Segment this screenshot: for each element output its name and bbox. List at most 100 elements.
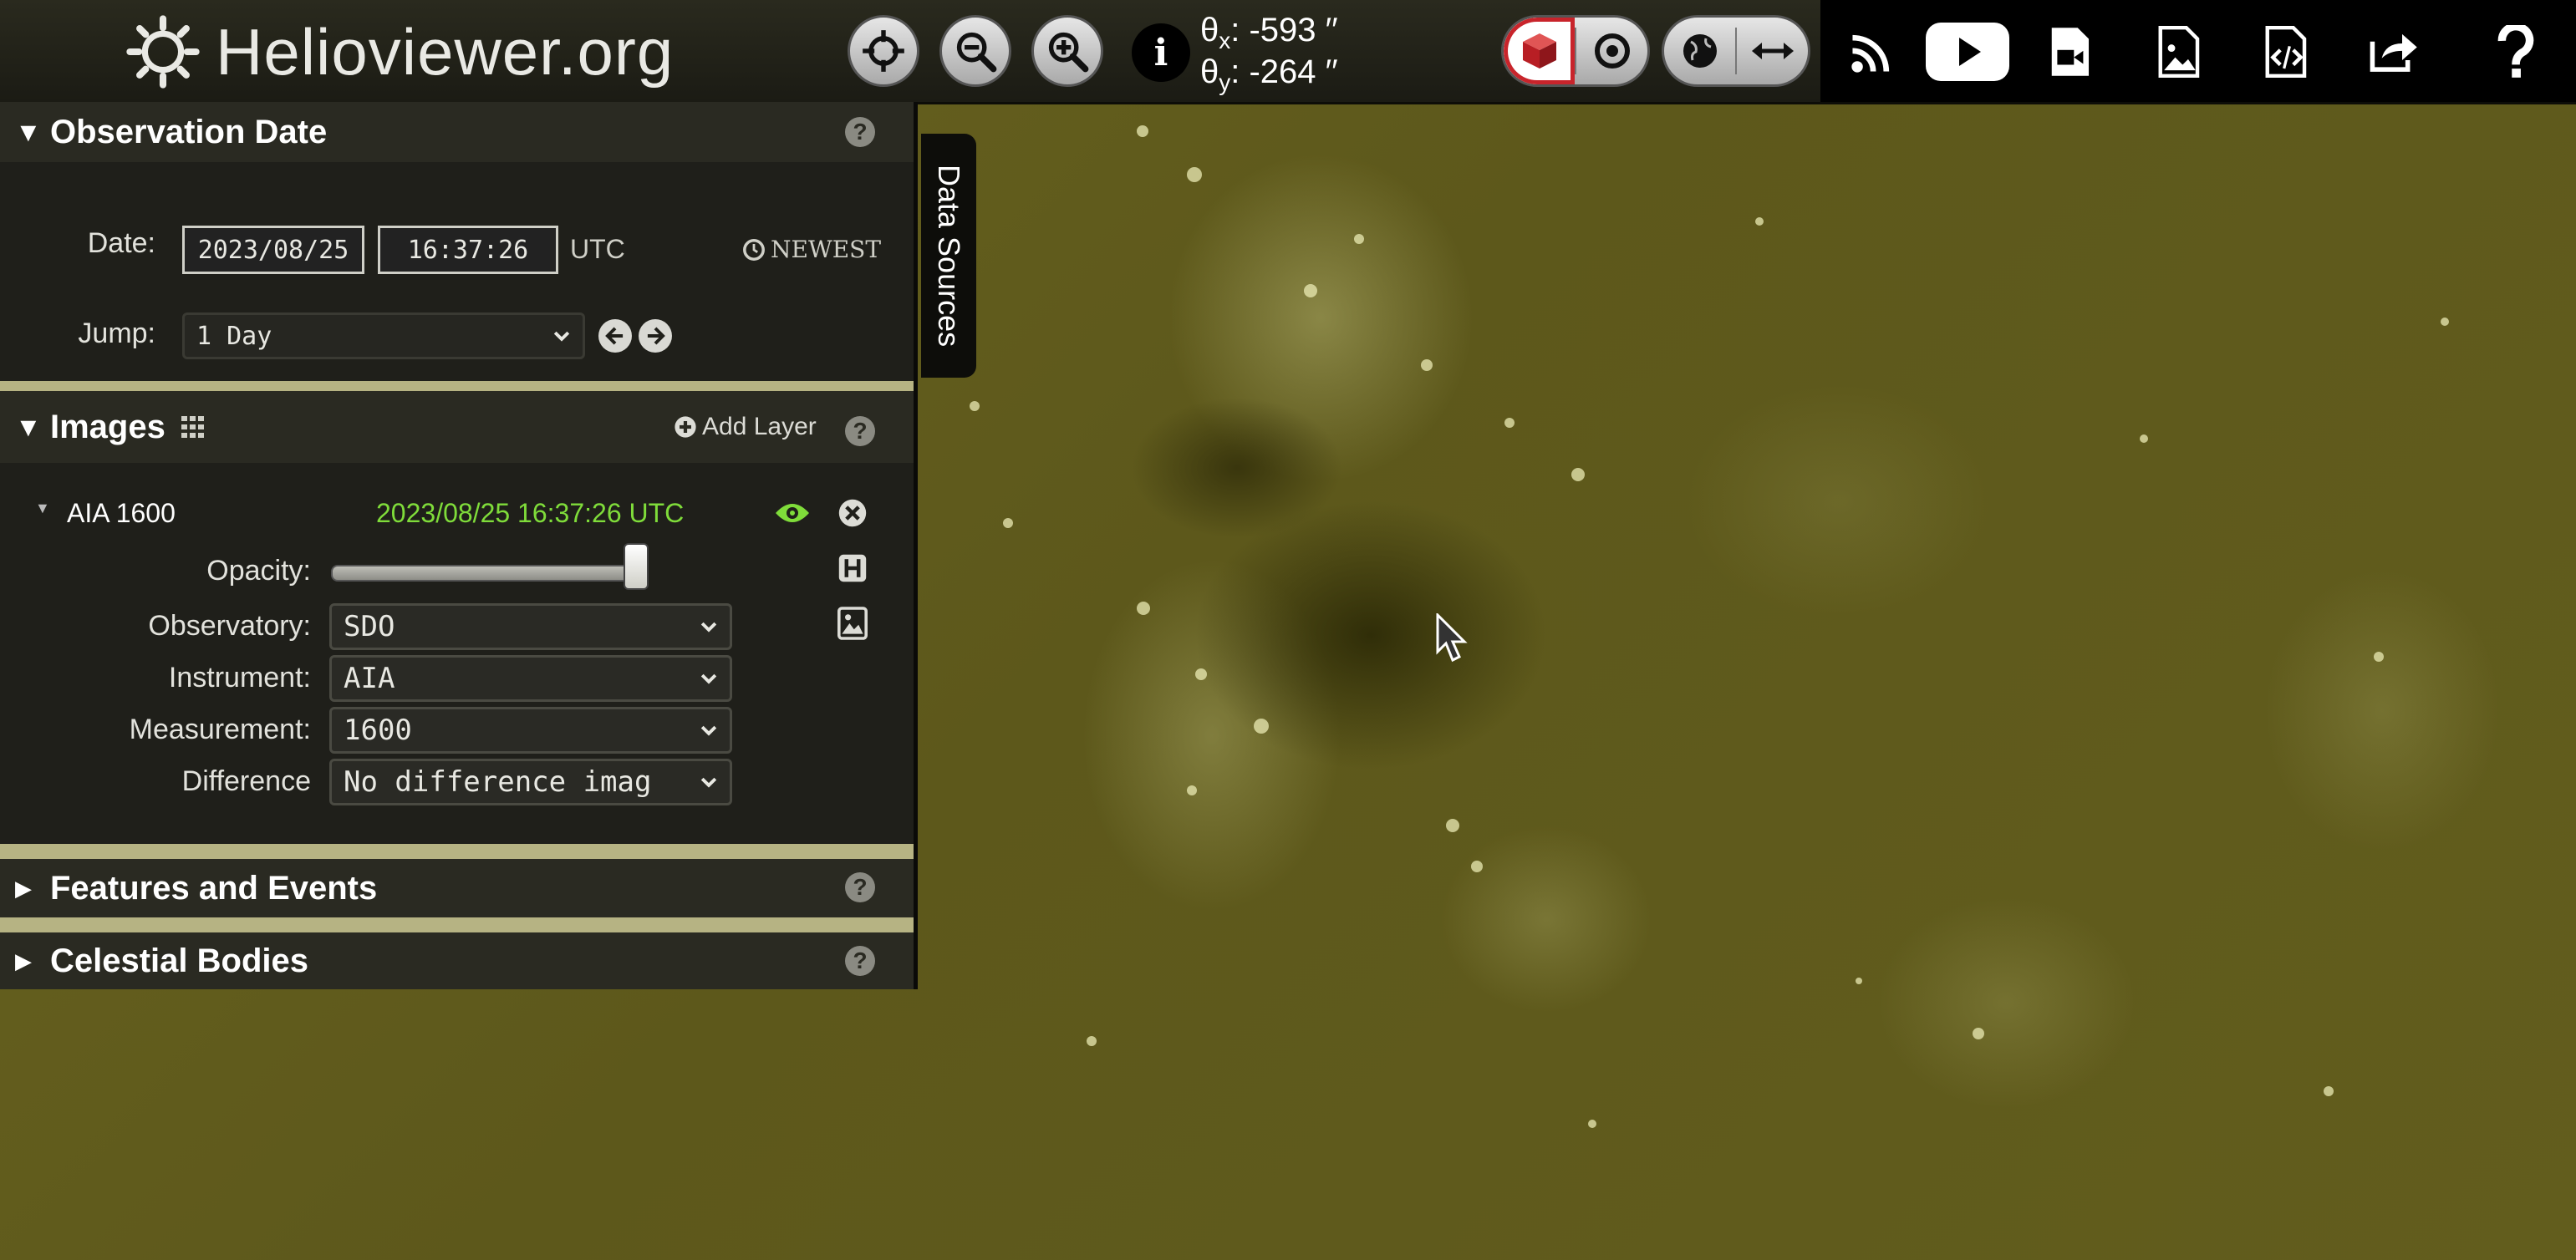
clock-icon: [743, 238, 765, 261]
arrow-left-icon: [605, 327, 624, 345]
date-label: Date:: [87, 227, 155, 259]
theta-x-readout: θx: -593 ′′: [1200, 12, 1338, 53]
mouse-cursor-icon: [1436, 613, 1468, 663]
opacity-slider[interactable]: [331, 565, 649, 582]
info-icon[interactable]: i: [1132, 23, 1190, 82]
rss-button[interactable]: [1837, 17, 1907, 87]
globe-icon: [1683, 34, 1717, 68]
observatory-select[interactable]: SDO: [329, 603, 732, 650]
projection-toggle: [1662, 15, 1810, 87]
expand-triangle-icon: ▶: [15, 948, 32, 973]
data-sources-tab[interactable]: Data Sources: [921, 134, 976, 378]
2d-view-button[interactable]: [1576, 18, 1647, 84]
share-button[interactable]: [2359, 17, 2429, 87]
jump-back-button[interactable]: [598, 319, 632, 353]
measurement-label: Measurement:: [129, 714, 311, 745]
expand-triangle-icon: ▶: [15, 875, 32, 901]
time-input[interactable]: 16:37:26: [378, 226, 558, 274]
newest-label: NEWEST: [771, 236, 882, 263]
jump-forward-button[interactable]: [639, 319, 672, 353]
difference-select-value: No difference imag: [344, 765, 652, 799]
target-icon: [1594, 33, 1630, 69]
help-icon[interactable]: ?: [845, 416, 875, 446]
arrow-right-icon: [647, 327, 665, 345]
embed-button[interactable]: [2252, 17, 2322, 87]
movie-button[interactable]: [2036, 17, 2106, 87]
code-file-icon: [2265, 26, 2307, 78]
chevron-down-icon: [700, 725, 717, 736]
arrows-horizontal-icon: [1751, 43, 1794, 59]
collapse-triangle-icon: ▼: [15, 116, 42, 147]
zoom-in-icon: [1048, 32, 1089, 73]
youtube-button[interactable]: [1922, 17, 2013, 87]
chevron-down-icon: [700, 622, 717, 633]
center-view-button[interactable]: [848, 15, 919, 87]
features-events-header[interactable]: ▶ Features and Events ?: [0, 844, 914, 917]
instrument-label: Instrument:: [168, 662, 311, 694]
help-icon[interactable]: ?: [845, 117, 875, 147]
measurement-select-value: 1600: [344, 714, 412, 747]
question-icon: [2497, 25, 2534, 78]
jump-label: Jump:: [78, 318, 155, 349]
section-title: Images: [50, 408, 165, 445]
control-panel: ▼ Observation Date ? Date: 2023/08/25 16…: [0, 102, 918, 989]
celestial-bodies-header[interactable]: ▶ Celestial Bodies ?: [0, 917, 914, 989]
sun-logo-icon: [126, 15, 200, 89]
help-icon[interactable]: ?: [845, 872, 875, 902]
layer-collapse-icon[interactable]: ▼: [35, 500, 50, 517]
zoom-in-button[interactable]: [1031, 15, 1103, 87]
instrument-select[interactable]: AIA: [329, 655, 732, 702]
theta-y-readout: θy: -264 ′′: [1200, 53, 1338, 95]
observation-date-header[interactable]: ▼ Observation Date ?: [0, 102, 914, 162]
view-mode-toggle: [1501, 15, 1650, 87]
observatory-label: Observatory:: [148, 610, 311, 642]
plus-circle-icon: [675, 416, 696, 438]
zoom-out-icon: [956, 32, 997, 73]
difference-label: Difference: [181, 765, 311, 797]
opacity-slider-handle[interactable]: [624, 543, 649, 590]
date-input[interactable]: 2023/08/25: [182, 226, 364, 274]
eye-icon[interactable]: [774, 500, 811, 526]
crosshair-icon: [863, 30, 904, 72]
jump-select-value: 1 Day: [196, 321, 272, 351]
rss-icon: [1851, 34, 1890, 73]
movie-file-icon: [2051, 28, 2090, 76]
section-title: Celestial Bodies: [50, 942, 309, 979]
remove-layer-icon[interactable]: [837, 498, 868, 528]
data-sources-label: Data Sources: [932, 164, 966, 348]
measurement-select[interactable]: 1600: [329, 707, 732, 754]
add-layer-label: Add Layer: [702, 413, 817, 440]
utc-label: UTC: [570, 234, 625, 264]
images-header[interactable]: ▼ Images Add Layer ?: [0, 381, 914, 463]
share-tools: [1820, 0, 2576, 102]
3d-view-button[interactable]: [1504, 18, 1576, 84]
newest-button[interactable]: NEWEST: [742, 236, 881, 263]
header-info-icon[interactable]: [837, 553, 868, 583]
difference-select[interactable]: No difference imag: [329, 759, 732, 805]
layer-name: AIA 1600: [67, 498, 176, 528]
section-title: Features and Events: [50, 869, 378, 907]
image-download-icon[interactable]: [837, 607, 868, 640]
layer-timestamp: 2023/08/25 16:37:26 UTC: [376, 498, 685, 528]
share-icon: [2370, 33, 2417, 72]
collapse-triangle-icon: ▼: [15, 411, 42, 442]
logo-text: Helioviewer.org: [216, 14, 675, 89]
top-toolbar: Helioviewer.org i θx: -593 ′′ θy: -264 ′…: [0, 0, 2576, 104]
opacity-label: Opacity:: [206, 555, 311, 587]
screenshot-button[interactable]: [2145, 17, 2215, 87]
chevron-down-icon: [553, 331, 570, 342]
instrument-select-value: AIA: [344, 662, 395, 695]
grid-icon[interactable]: [181, 414, 206, 439]
add-layer-button[interactable]: Add Layer: [674, 413, 817, 441]
zoom-out-button[interactable]: [939, 15, 1011, 87]
chevron-down-icon: [700, 673, 717, 684]
helioviewer-logo[interactable]: Helioviewer.org: [125, 10, 674, 94]
help-icon[interactable]: ?: [845, 946, 875, 976]
image-file-icon: [2158, 26, 2200, 78]
play-icon: [1926, 23, 2009, 81]
jump-select[interactable]: 1 Day: [182, 312, 585, 359]
cube-icon: [1522, 33, 1556, 69]
help-button[interactable]: [2481, 17, 2551, 87]
globe-view-button[interactable]: [1664, 18, 1735, 84]
horizontal-view-button[interactable]: [1737, 18, 1808, 84]
